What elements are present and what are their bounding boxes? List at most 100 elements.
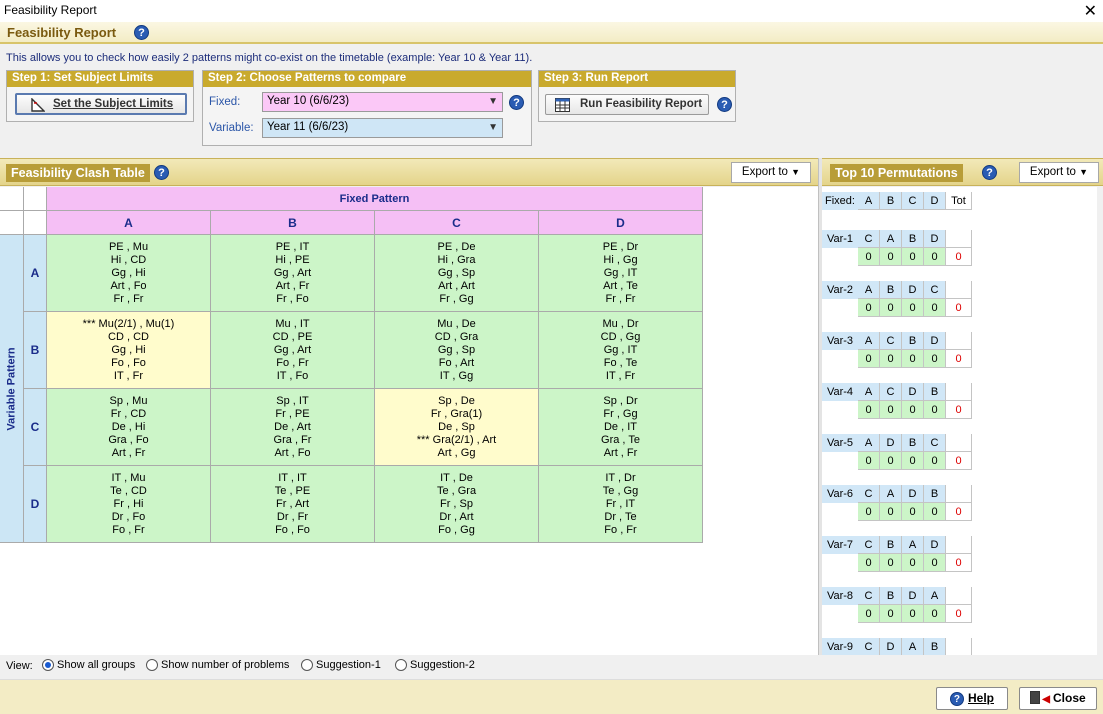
scrollbar[interactable] <box>1097 187 1103 655</box>
column-header-c[interactable]: C <box>375 211 539 235</box>
clash-cell[interactable]: PE , Mu Hi , CD Gg , Hi Art , Fo Fr , Fr <box>47 235 211 312</box>
perms-var-label[interactable]: Var-4 <box>822 383 858 401</box>
perms-value-cell: 0 <box>880 503 902 521</box>
clash-cell[interactable]: Mu , De CD , Gra Gg , Sp Fo , Art IT , Gg <box>375 312 539 389</box>
clash-cell[interactable]: IT , IT Te , PE Fr , Art Dr , Fr Fo , Fo <box>211 466 375 543</box>
help-button[interactable]: ? Help <box>936 687 1008 710</box>
help-icon[interactable]: ? <box>982 165 997 180</box>
perms-var-label[interactable]: Var-1 <box>822 230 858 248</box>
clash-line: Fr , Gra(1) <box>430 408 483 420</box>
perms-order-cell: D <box>902 485 924 503</box>
column-header-b[interactable]: B <box>211 211 375 235</box>
perms-var-label[interactable]: Var-7 <box>822 536 858 554</box>
perms-order-cell: A <box>858 281 880 299</box>
clash-cell[interactable]: PE , De Hi , Gra Gg , Sp Art , Art Fr , Gg <box>375 235 539 312</box>
clash-cell[interactable]: Sp , IT Fr , PE De , Art Gra , Fr Art , Fo <box>211 389 375 466</box>
clash-cell[interactable]: Sp , De Fr , Gra(1) De , Sp *** Gra(2/1) , … <box>375 389 539 466</box>
perms-order-cell: D <box>902 383 924 401</box>
perms-tot-header: Tot <box>946 192 972 210</box>
perms-section-header: Top 10 Permutations ? Export to ▼ <box>822 158 1103 186</box>
chevron-down-icon: ▼ <box>488 96 498 107</box>
clash-line: IT , Fr <box>605 370 636 382</box>
perms-var-label[interactable]: Var-5 <box>822 434 858 452</box>
corner-cell <box>0 187 24 211</box>
clash-line: Art , Fr <box>603 447 638 459</box>
clash-line: Fo , Fr <box>604 524 637 536</box>
corner-cell <box>24 211 47 235</box>
perms-value-cell: 0 <box>858 401 880 419</box>
fixed-pattern-select[interactable]: Year 10 (6/6/23) ▼ <box>262 92 503 112</box>
clash-line: Fo , Gg <box>438 524 475 536</box>
perms-order-cell: A <box>880 485 902 503</box>
row-header-c[interactable]: C <box>24 389 47 466</box>
perms-export-label: Export to <box>1029 166 1076 178</box>
set-subject-limits-label: Set the Subject Limits <box>53 98 174 110</box>
clash-line: Te , Gra <box>436 485 477 497</box>
help-icon[interactable]: ? <box>509 95 524 110</box>
perms-order-cell: A <box>924 587 946 605</box>
perms-export-button[interactable]: Export to ▼ <box>1019 162 1099 183</box>
clash-cell[interactable]: Sp , Dr Fr , Gg De , IT Gra , Te Art , Fr <box>539 389 703 466</box>
clash-cell[interactable]: Sp , Mu Fr , CD De , Hi Gra , Fo Art , Fr <box>47 389 211 466</box>
clash-cell[interactable]: PE , IT Hi , PE Gg , Art Art , Fr Fr , Fo <box>211 235 375 312</box>
row-header-b[interactable]: B <box>24 312 47 389</box>
perms-var-label[interactable]: Var-6 <box>822 485 858 503</box>
column-header-d[interactable]: D <box>539 211 703 235</box>
view-option-radio[interactable]: Show number of problems <box>146 659 289 672</box>
clash-cell[interactable]: *** Mu(2/1) , Mu(1) CD , CD Gg , Hi Fo , Fo… <box>47 312 211 389</box>
clash-line: Art , Fr <box>111 447 146 459</box>
perms-var-label[interactable]: Var-3 <box>822 332 858 350</box>
perms-value-cell: 0 <box>880 248 902 266</box>
clash-line: Gra , Fo <box>108 434 149 446</box>
perms-value-cell: 0 <box>880 299 902 317</box>
clash-line: PE , De <box>437 241 476 253</box>
set-subject-limits-button[interactable]: Set the Subject Limits <box>15 93 187 115</box>
clash-cell[interactable]: IT , De Te , Gra Fr , Sp Dr , Art Fo , Gg <box>375 466 539 543</box>
perms-order-cell: B <box>880 587 902 605</box>
perms-fixed-col: C <box>902 192 924 210</box>
close-icon[interactable]: ✕ <box>1084 1 1097 21</box>
perms-order-cell: B <box>924 383 946 401</box>
view-option-radio[interactable]: Show all groups <box>42 659 135 672</box>
row-header-d[interactable]: D <box>24 466 47 543</box>
perms-fixed-col: A <box>858 192 880 210</box>
clash-cell[interactable]: Mu , IT CD , PE Gg , Art Fo , Fr IT , Fo <box>211 312 375 389</box>
clash-export-button[interactable]: Export to ▼ <box>731 162 811 183</box>
clash-line: De , Sp <box>438 421 475 433</box>
clash-cell[interactable]: Mu , Dr CD , Gg Gg , IT Fo , Te IT , Fr <box>539 312 703 389</box>
clash-line: Fo , Fo <box>275 524 310 536</box>
help-icon[interactable]: ? <box>154 165 169 180</box>
perms-var-label[interactable]: Var-8 <box>822 587 858 605</box>
perms-var-label[interactable]: Var-9 <box>822 638 858 655</box>
perms-tot-cell: 0 <box>946 503 972 521</box>
help-icon[interactable]: ? <box>717 97 732 112</box>
clash-line: CD , CD <box>108 331 149 343</box>
variable-pattern-select[interactable]: Year 11 (6/6/23) ▼ <box>262 118 503 138</box>
perms-tot-cell: 0 <box>946 350 972 368</box>
perms-var-label[interactable]: Var-2 <box>822 281 858 299</box>
variable-pattern-header: Variable Pattern <box>0 235 24 543</box>
clash-line: Gra , Fr <box>273 434 312 446</box>
view-option-radio[interactable]: Suggestion-1 <box>301 659 381 672</box>
run-feasibility-report-button[interactable]: Run Feasibility Report <box>545 94 709 115</box>
clash-line: Art , Gg <box>437 447 476 459</box>
view-option-radio[interactable]: Suggestion-2 <box>395 659 475 672</box>
close-label: Close <box>1053 691 1086 705</box>
clash-cell[interactable]: IT , Dr Te , Gg Fr , IT Dr , Te Fo , Fr <box>539 466 703 543</box>
clash-line: Fr , PE <box>275 408 310 420</box>
clash-table-area: Fixed Pattern A B C D Variable Pattern A B C D PE … <box>0 187 818 655</box>
clash-cell[interactable]: IT , Mu Te , CD Fr , Hi Dr , Fo Fo , Fr <box>47 466 211 543</box>
row-header-a[interactable]: A <box>24 235 47 312</box>
close-button[interactable]: ◀ Close <box>1019 687 1097 710</box>
view-label: View: <box>6 660 33 672</box>
clash-line: Art , Te <box>603 280 638 292</box>
clash-cell[interactable]: PE , Dr Hi , Gg Gg , IT Art , Te Fr , Fr <box>539 235 703 312</box>
column-header-a[interactable]: A <box>47 211 211 235</box>
help-icon[interactable]: ? <box>134 25 149 40</box>
fixed-pattern-value: Year 10 (6/6/23) <box>267 95 350 107</box>
perms-value-cell: 0 <box>858 554 880 572</box>
clash-line: IT , Mu <box>111 472 146 484</box>
clash-line: IT , De <box>440 472 473 484</box>
report-header: Feasibility Report ? <box>0 22 1103 44</box>
clash-line: Sp , Dr <box>603 395 638 407</box>
